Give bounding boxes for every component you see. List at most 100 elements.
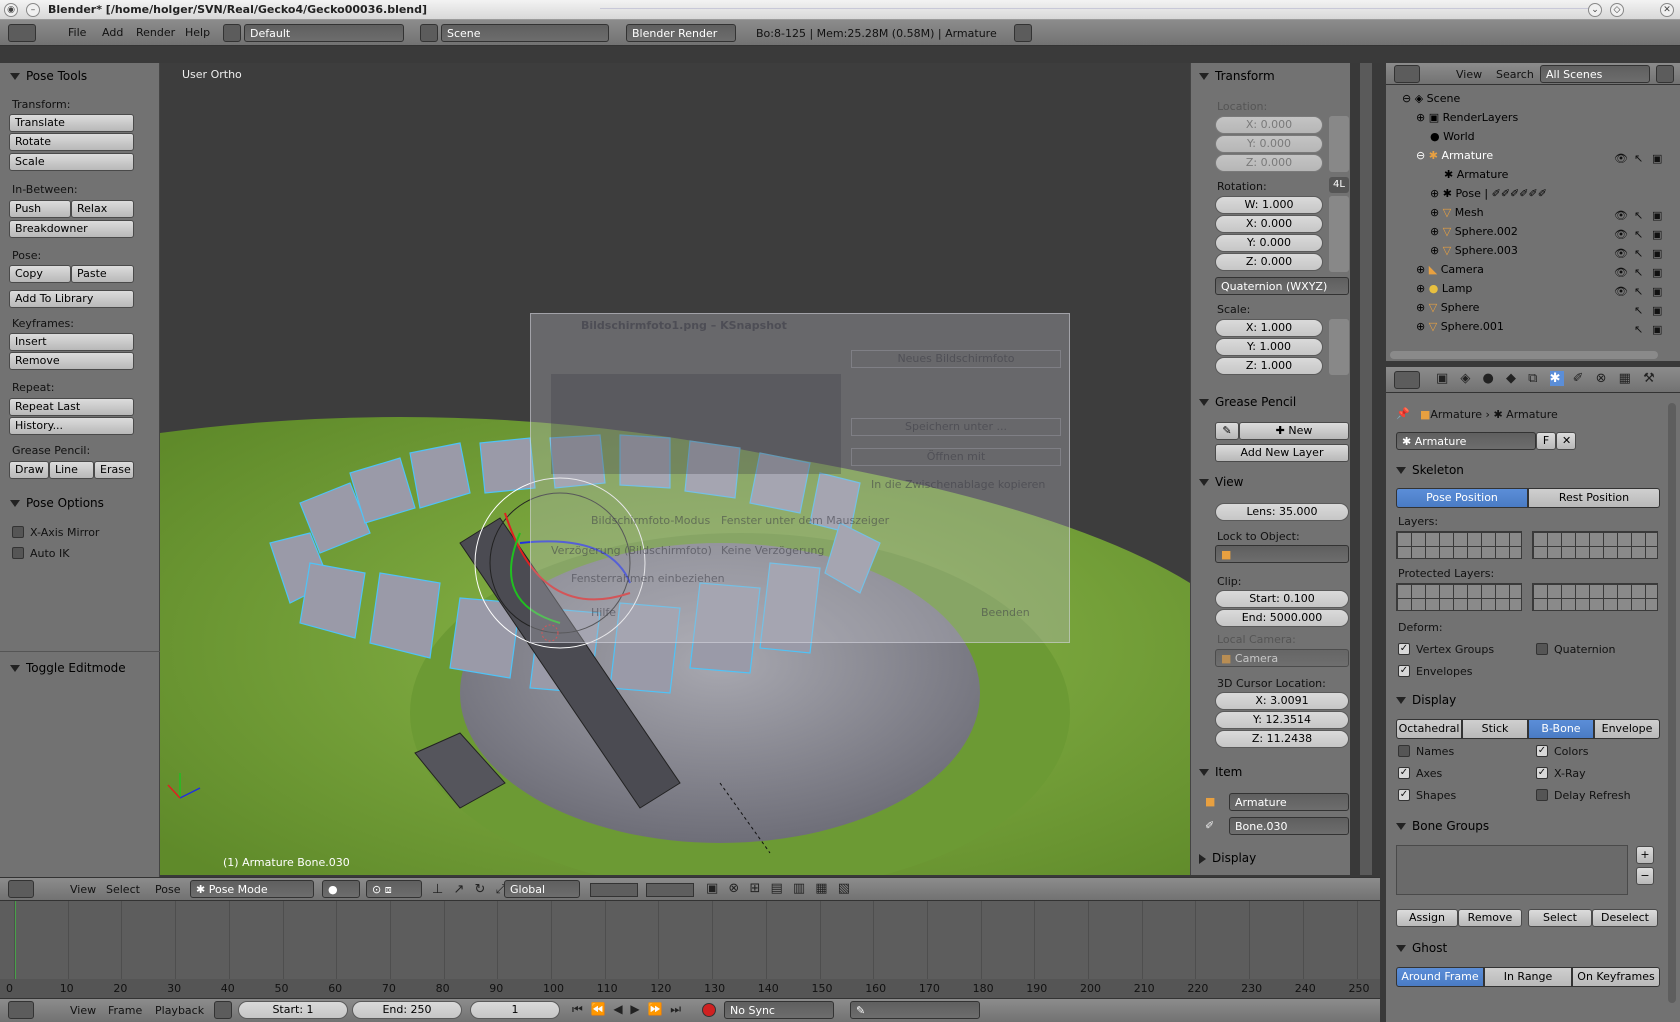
shapes-checkbox[interactable]: ✓: [1398, 789, 1410, 801]
maximize-icon[interactable]: ◇: [1610, 3, 1624, 17]
editor-type-properties-icon[interactable]: [1394, 371, 1420, 389]
snap-and-render-icons[interactable]: ▣ ⊗ ⊞ ▤ ▥ ▦ ▧: [706, 881, 853, 896]
renderability-camera-icons[interactable]: ▣ ▣ ▣ ▣ ▣ ▣ ▣ ▣: [1652, 149, 1662, 339]
window-menu-icon[interactable]: –: [26, 3, 40, 17]
fullscreen-icon[interactable]: [1014, 24, 1032, 42]
item-panel-header[interactable]: Item: [1199, 765, 1242, 779]
auto-ik-checkbox[interactable]: [12, 547, 24, 559]
armature-datablock-field[interactable]: ✱ Armature: [1396, 432, 1536, 450]
outliner-item-sphere001[interactable]: ⊕ ▽ Sphere.001: [1416, 320, 1504, 333]
grease-pencil-panel-header[interactable]: Grease Pencil: [1199, 395, 1296, 409]
item-bone-name[interactable]: Bone.030: [1229, 817, 1349, 835]
cursor-z-field[interactable]: Z: 11.2438: [1215, 730, 1349, 748]
playback-controls[interactable]: ⏮ ⏪ ◀ ▶ ⏩ ⏭: [572, 1002, 683, 1017]
in-range-toggle[interactable]: In Range: [1484, 967, 1572, 987]
outliner-search-menu[interactable]: Search: [1496, 68, 1534, 81]
rotation-w-field[interactable]: W: 1.000: [1215, 196, 1323, 214]
stick-toggle[interactable]: Stick: [1462, 719, 1528, 739]
timeline-playback-menu[interactable]: Playback: [155, 1004, 204, 1017]
pin-icon[interactable]: 📌: [1396, 407, 1410, 420]
outliner-item-lamp[interactable]: ⊕ ● Lamp: [1416, 282, 1472, 295]
protected-layers-grid-right[interactable]: [1532, 583, 1658, 611]
add-bone-group-icon[interactable]: +: [1636, 846, 1654, 864]
rotation-x-field[interactable]: X: 0.000: [1215, 215, 1323, 233]
menu-help[interactable]: Help: [185, 26, 210, 39]
item-object-name[interactable]: Armature: [1229, 793, 1349, 811]
outliner-item-camera[interactable]: ⊕ ◣ Camera: [1416, 263, 1484, 276]
visibility-eye-icons[interactable]: 👁 👁 👁 👁 👁 👁: [1614, 149, 1628, 301]
editor-type-3dview-icon[interactable]: [8, 880, 34, 898]
screen-layout-field[interactable]: Default: [244, 24, 404, 42]
pose-position-toggle[interactable]: Pose Position: [1396, 488, 1528, 508]
menu-add[interactable]: Add: [102, 26, 123, 39]
copy-pose-button[interactable]: Copy: [9, 265, 71, 283]
rotation-lock-icon[interactable]: [1329, 196, 1349, 272]
around-frame-toggle[interactable]: Around Frame: [1396, 967, 1484, 987]
vertex-groups-checkbox[interactable]: ✓: [1398, 643, 1410, 655]
colors-checkbox[interactable]: ✓: [1536, 745, 1548, 757]
lock-object-field[interactable]: ■: [1215, 545, 1349, 563]
sync-mode-select[interactable]: No Sync: [724, 1001, 834, 1019]
rotation-z-field[interactable]: Z: 0.000: [1215, 253, 1323, 271]
properties-context-tabs[interactable]: ▣ ◈ ● ◆ ⧉ ✱ ✐ ⊗ ▦ ⚒: [1436, 371, 1676, 389]
menu-render[interactable]: Render: [136, 26, 175, 39]
grease-pencil-new-button[interactable]: ✚ New: [1239, 422, 1349, 440]
scale-x-field[interactable]: X: 1.000: [1215, 319, 1323, 337]
outliner-hscrollbar[interactable]: [1390, 351, 1658, 359]
delay-refresh-checkbox[interactable]: [1536, 789, 1548, 801]
scale-y-field[interactable]: Y: 1.000: [1215, 338, 1323, 356]
timeline[interactable]: 0 10 20 30 40 50 60 70 80 90 100 110 120 130 140 150 160…: [0, 901, 1380, 998]
properties-scrollbar[interactable]: [1668, 403, 1676, 1003]
orientation-select[interactable]: Global: [504, 880, 580, 898]
outliner-item-scene[interactable]: ⊖ ◈ Scene: [1402, 92, 1460, 105]
deselect-button[interactable]: Deselect: [1592, 909, 1658, 927]
start-frame-field[interactable]: Start: 1: [238, 1001, 348, 1019]
lens-field[interactable]: Lens: 35.000: [1215, 503, 1349, 521]
repeat-last-button[interactable]: Repeat Last: [9, 398, 134, 416]
cursor-y-field[interactable]: Y: 12.3514: [1215, 711, 1349, 729]
keying-set-field[interactable]: ✎: [850, 1001, 980, 1019]
rotation-4l-toggle[interactable]: 4L: [1329, 177, 1349, 193]
clip-end-field[interactable]: End: 5000.000: [1215, 609, 1349, 627]
editor-type-info-icon[interactable]: [8, 24, 36, 42]
history-button[interactable]: History...: [9, 417, 134, 435]
preview-range-icon[interactable]: [214, 1001, 232, 1019]
push-button[interactable]: Push: [9, 200, 71, 218]
view-panel-header[interactable]: View: [1199, 475, 1243, 489]
sidebar-scrollbar[interactable]: [1360, 63, 1372, 875]
paste-pose-button[interactable]: Paste: [71, 265, 134, 283]
rest-position-toggle[interactable]: Rest Position: [1528, 488, 1660, 508]
editor-type-outliner-icon[interactable]: [1394, 65, 1420, 83]
pose-menu[interactable]: Pose: [155, 883, 180, 896]
screen-layout-icon[interactable]: [223, 24, 241, 42]
selectability-cursor-icons[interactable]: ↖ ↖ ↖ ↖ ↖ ↖ ↖ ↖: [1634, 149, 1643, 339]
quaternion-checkbox[interactable]: [1536, 643, 1548, 655]
add-to-library-button[interactable]: Add To Library: [9, 290, 134, 308]
outliner-filter-select[interactable]: All Scenes: [1540, 65, 1650, 83]
outliner-item-sphere003[interactable]: ⊕ ▽ Sphere.003: [1430, 244, 1518, 257]
menu-file[interactable]: File: [68, 26, 86, 39]
ghost-panel-header[interactable]: Ghost: [1396, 941, 1447, 955]
assign-button[interactable]: Assign: [1396, 909, 1458, 927]
layer-buttons-left[interactable]: [590, 883, 638, 897]
grease-pencil-draw-icon[interactable]: ✎: [1215, 422, 1239, 440]
location-y-field[interactable]: Y: 0.000: [1215, 135, 1323, 153]
display-panel-header[interactable]: Display: [1199, 851, 1256, 865]
outliner-item-sphere002[interactable]: ⊕ ▽ Sphere.002: [1430, 225, 1518, 238]
layers-grid-left[interactable]: [1396, 531, 1522, 559]
draw-button[interactable]: Draw: [9, 461, 49, 479]
protected-layers-grid-left[interactable]: [1396, 583, 1522, 611]
octahedral-toggle[interactable]: Octahedral: [1396, 719, 1462, 739]
outliner-view-menu[interactable]: View: [1456, 68, 1482, 81]
rotation-y-field[interactable]: Y: 0.000: [1215, 234, 1323, 252]
scale-lock-icon[interactable]: [1329, 319, 1349, 375]
relax-button[interactable]: Relax: [71, 200, 134, 218]
clip-start-field[interactable]: Start: 0.100: [1215, 590, 1349, 608]
display-panel-header[interactable]: Display: [1396, 693, 1456, 707]
on-keyframes-toggle[interactable]: On Keyframes: [1572, 967, 1660, 987]
fake-user-toggle[interactable]: F: [1536, 432, 1556, 450]
current-frame-field[interactable]: 1: [470, 1001, 560, 1019]
location-lock-icon[interactable]: [1329, 116, 1349, 172]
minimize-icon[interactable]: ⌄: [1588, 3, 1602, 17]
search-icon[interactable]: [1656, 65, 1674, 83]
